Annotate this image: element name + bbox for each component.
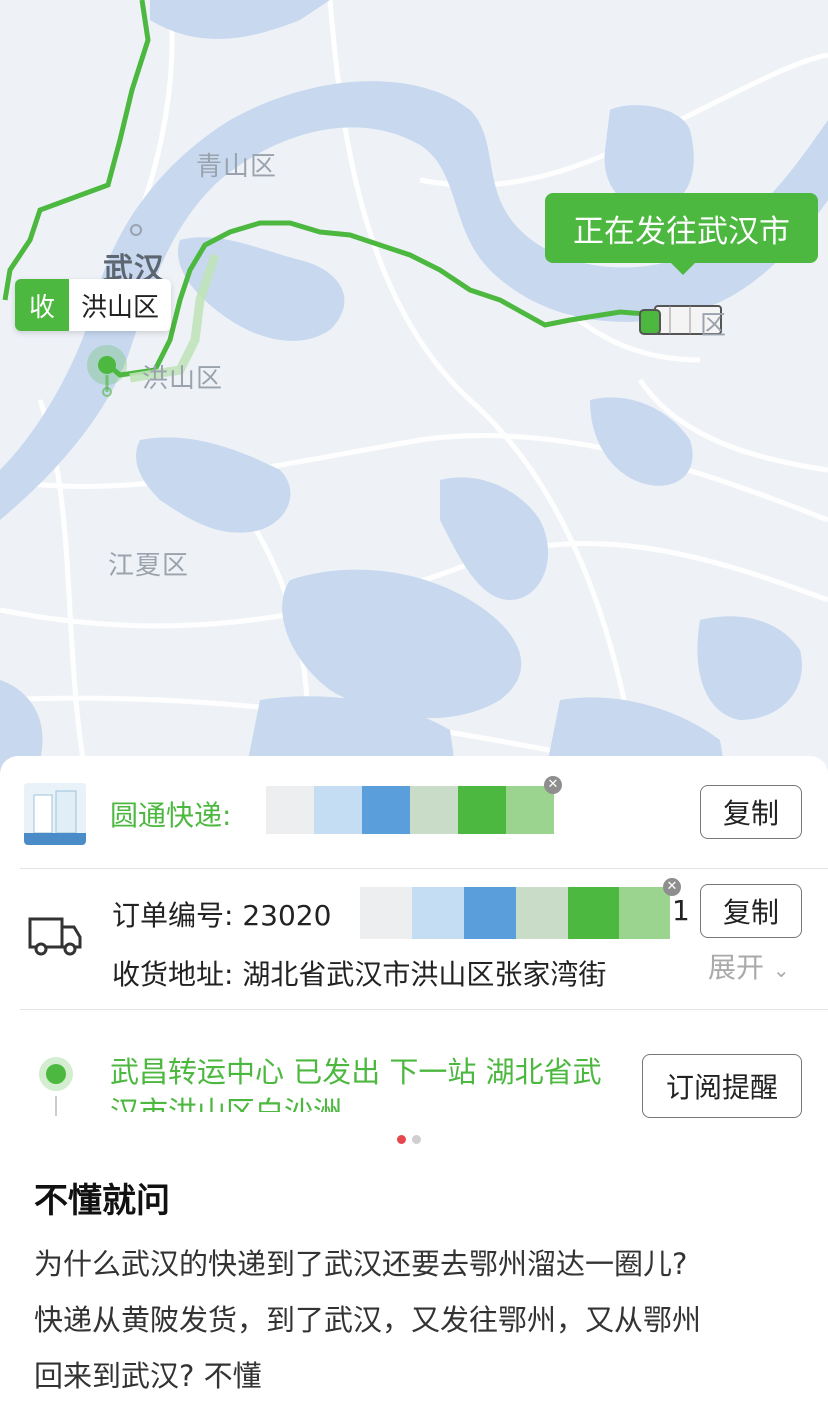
truck-outline-icon: [28, 917, 82, 956]
post-body: 为什么武汉的快递到了武汉还要去鄂州溜达一圈儿? 快递从黄陂发货，到了武汉，又发往…: [34, 1236, 814, 1404]
map-label-partial: 区: [700, 311, 728, 341]
post-line-2: 快递从黄陂发货，到了武汉，又发往鄂州，又从鄂州: [34, 1303, 702, 1337]
map-view[interactable]: 青山区 武汉 洪山区 江夏区 区 正在发往武汉市 收 洪山区: [0, 0, 828, 800]
map-label-qingshan: 青山区: [196, 152, 278, 182]
tracking-status-dot-icon: [39, 1057, 73, 1116]
pager-dot[interactable]: [412, 1135, 421, 1144]
status-callout: 正在发往武汉市: [545, 193, 818, 275]
copy-tracking-button[interactable]: 复制: [700, 785, 802, 839]
redacted-order-number: [360, 887, 670, 939]
receiver-label[interactable]: 收 洪山区: [15, 279, 172, 331]
copy-order-button[interactable]: 复制: [700, 884, 802, 938]
receiver-pin: [98, 356, 116, 374]
post-line-3: 回来到武汉? 不懂: [34, 1359, 262, 1393]
map-label-jiangxia: 江夏区: [108, 551, 190, 581]
product-thumbnail[interactable]: [24, 783, 86, 845]
expand-button[interactable]: 展开 ⌄: [700, 946, 790, 986]
receiver-district: 洪山区: [69, 279, 172, 331]
map-canvas: [0, 0, 828, 800]
post-line-1: 为什么武汉的快递到了武汉还要去鄂州溜达一圈儿?: [34, 1247, 688, 1281]
tracking-status-text[interactable]: 武昌转运中心 已发出 下一站 湖北省武汉市洪山区白沙洲: [110, 1052, 630, 1112]
order-number-tail: 1: [672, 894, 690, 927]
map-label-hongshan: 洪山区: [142, 364, 224, 394]
pager-dots: [397, 1135, 421, 1144]
carrier-row: 圆通快递: ✕ 复制: [0, 756, 828, 868]
chevron-down-icon: ⌄: [772, 958, 790, 982]
pager-dot-active[interactable]: [397, 1135, 406, 1144]
subscribe-button[interactable]: 订阅提醒: [642, 1054, 802, 1118]
post-title: 不懂就问: [34, 1181, 170, 1221]
close-icon[interactable]: ✕: [544, 776, 562, 794]
carrier-name: 圆通快递:: [110, 799, 232, 832]
expand-label: 展开: [708, 951, 765, 984]
divider: [20, 1009, 828, 1010]
redacted-tracking-number: [266, 786, 554, 834]
order-panel: 圆通快递: ✕ 复制 订单编号: 23020 ✕ 1 复制 收货地址: 湖北省武…: [0, 756, 828, 1136]
receiver-tag: 收: [15, 279, 69, 331]
order-number-label: 订单编号: 23020: [112, 899, 332, 932]
divider: [20, 868, 828, 869]
shipping-address: 收货地址: 湖北省武汉市洪山区张家湾街: [112, 958, 607, 991]
